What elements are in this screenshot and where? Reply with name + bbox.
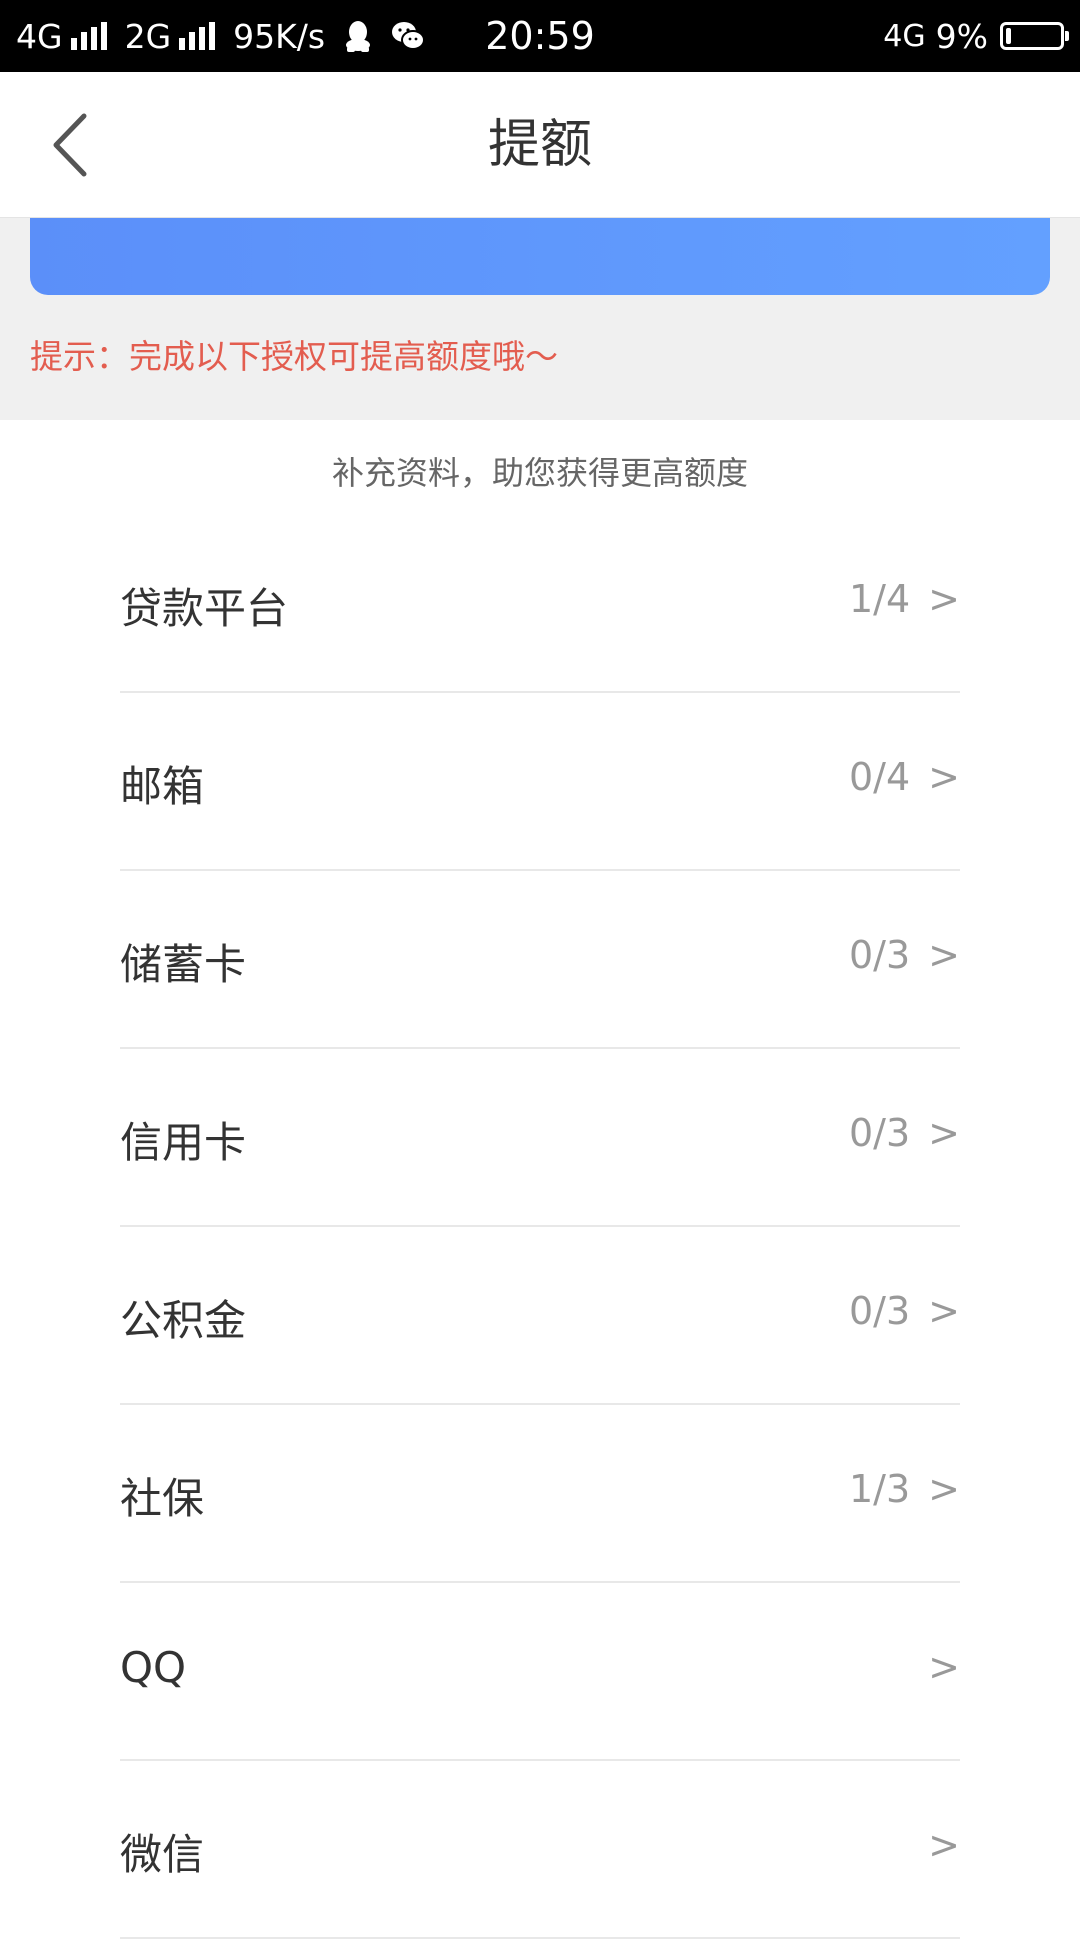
navigation-bar: 提额 [0,72,1080,218]
section-subtitle: 补充资料，助您获得更高额度 [331,454,748,492]
list-item-loan-platform[interactable]: 贷款平台 1/4 > [120,515,960,693]
status-bar: 4G 2G 95K/s 20:59 4G 9% [0,0,1080,72]
item-progress: 0/3 [849,1111,911,1155]
item-label: 信用卡 [120,1118,247,1167]
chevron-right-icon: > [928,1467,960,1511]
back-button[interactable] [40,110,110,180]
item-label: 社保 [120,1474,205,1523]
page-title: 提额 [487,115,592,175]
credit-banner [30,218,1050,295]
network-type-1: 4G [16,16,63,56]
list-item-housing-fund[interactable]: 公积金 0/3 > [120,1227,960,1405]
network-type-right: 4G [883,18,926,54]
item-progress: 0/3 [849,933,911,977]
wechat-icon [392,22,426,50]
list-item-credit-card[interactable]: 信用卡 0/3 > [120,1049,960,1227]
qq-icon [346,21,371,52]
chevron-right-icon: > [928,1645,960,1689]
battery-icon [1000,22,1069,50]
item-label: 储蓄卡 [120,940,247,989]
chevron-right-icon: > [928,1111,960,1155]
item-progress: 1/3 [849,1467,911,1511]
chevron-right-icon: > [928,1289,960,1333]
item-progress: 0/4 [849,755,911,799]
item-label: 微信 [120,1830,205,1879]
authorization-list: 贷款平台 1/4 > 邮箱 0/4 > 储蓄卡 0/3 > 信用卡 0/3 > … [120,515,960,1939]
chevron-right-icon: > [928,577,960,621]
list-item-debit-card[interactable]: 储蓄卡 0/3 > [120,871,960,1049]
list-item-email[interactable]: 邮箱 0/4 > [120,693,960,871]
signal-icon [70,22,111,50]
chevron-right-icon: > [928,755,960,799]
chevron-right-icon: > [928,933,960,977]
chevron-left-icon [53,113,87,177]
item-progress: 0/3 [849,1289,911,1333]
network-type-2: 2G [124,16,172,56]
status-right: 4G 9% [883,0,1069,72]
signal-icon [179,22,219,50]
chevron-right-icon: > [928,1823,960,1867]
item-label: 贷款平台 [120,584,289,633]
tip-text: 提示：完成以下授权可提高额度哦～ [30,337,558,376]
battery-percent: 9% [935,16,988,56]
list-item-qq[interactable]: QQ > [120,1583,960,1761]
item-label: QQ [120,1643,187,1692]
header-area: 提示：完成以下授权可提高额度哦～ [0,218,1080,420]
item-label: 公积金 [120,1296,247,1345]
status-left: 4G 2G 95K/s [16,0,441,72]
item-progress: 1/4 [849,577,911,621]
item-label: 邮箱 [120,762,205,811]
list-item-social-security[interactable]: 社保 1/3 > [120,1405,960,1583]
list-item-wechat[interactable]: 微信 > [120,1761,960,1939]
network-speed: 95K/s [233,16,326,56]
